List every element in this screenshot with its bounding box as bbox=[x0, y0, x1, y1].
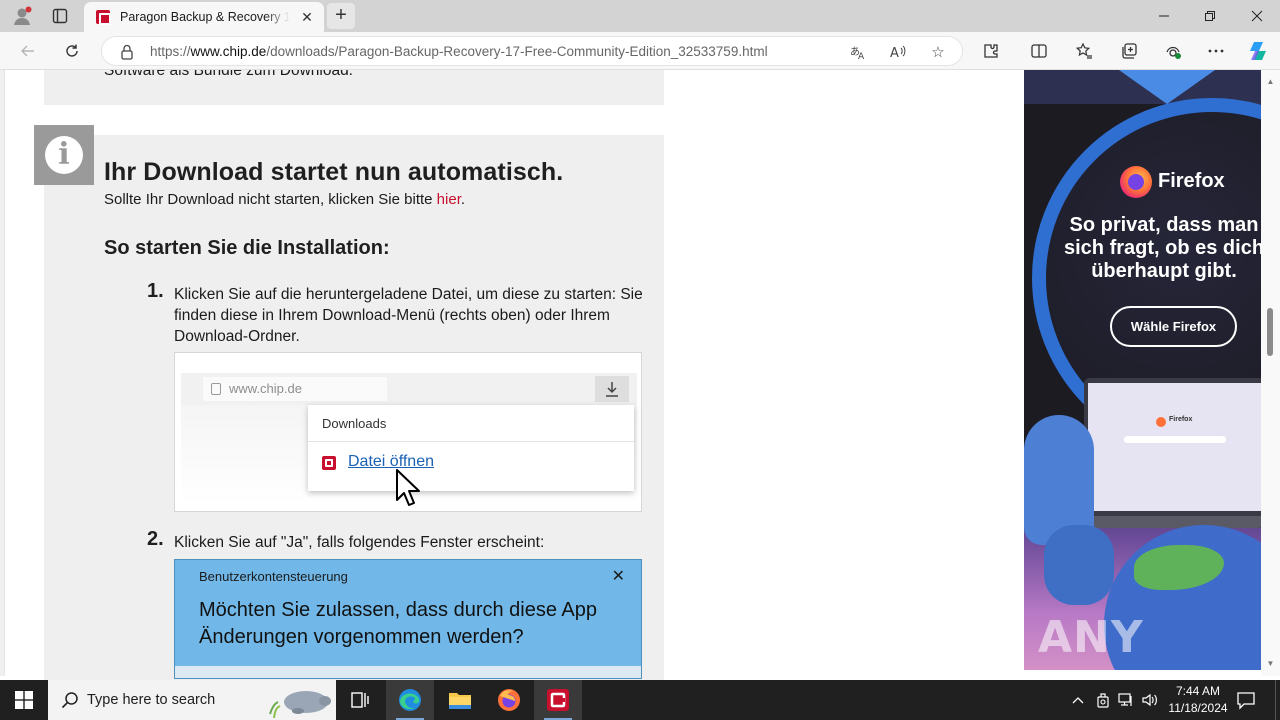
illustration-download-icon bbox=[595, 376, 629, 402]
copilot-icon[interactable] bbox=[1244, 38, 1272, 64]
download-title: Ihr Download startet nun automatisch. bbox=[104, 158, 564, 186]
previous-section-text: Software als Bundle zum Download. bbox=[104, 70, 353, 79]
address-bar-row: https://www.chip.de/downloads/Paragon-Ba… bbox=[0, 32, 1280, 70]
uac-illustration: Benutzerkontensteuerung ✕ Möchten Sie zu… bbox=[174, 559, 642, 679]
favorite-star-icon[interactable]: ☆ bbox=[928, 42, 948, 62]
collections-icon[interactable] bbox=[1115, 38, 1143, 64]
favorites-icon[interactable] bbox=[1070, 38, 1098, 64]
tab-title: Paragon Backup & Recovery 17 F bbox=[120, 10, 290, 24]
search-highlight-manatee-icon bbox=[269, 691, 331, 718]
taskbar-search[interactable]: Type here to search bbox=[48, 680, 336, 720]
web-page-viewport: Software als Bundle zum Download. i Ihr … bbox=[0, 70, 1280, 680]
svg-text:A: A bbox=[858, 52, 865, 61]
lock-icon[interactable] bbox=[120, 44, 134, 60]
new-tab-button[interactable]: + bbox=[327, 3, 355, 29]
taskbar-clock[interactable]: 7:44 AM 11/18/2024 bbox=[1160, 683, 1236, 717]
ad-headline: So privat, dass man sich fragt, ob es di… bbox=[1064, 214, 1261, 282]
search-placeholder: Type here to search bbox=[87, 692, 216, 708]
translate-icon[interactable]: あA bbox=[848, 42, 868, 62]
windows-taskbar: Type here to search 7:44 AM 11/18/2024 bbox=[0, 680, 1280, 720]
minimize-icon[interactable] bbox=[1141, 0, 1187, 32]
ad-cta-button[interactable]: Wähle Firefox bbox=[1110, 306, 1237, 347]
illustration-url-field: www.chip.de bbox=[203, 377, 387, 401]
ad-brand: Firefox bbox=[1158, 170, 1225, 192]
page-left-edge bbox=[0, 70, 5, 676]
uac-close-icon: ✕ bbox=[611, 568, 625, 585]
step-1-number: 1. bbox=[147, 280, 164, 302]
illustration-chip-icon bbox=[322, 456, 336, 470]
notification-icon[interactable] bbox=[1236, 690, 1258, 710]
restore-icon[interactable] bbox=[1187, 0, 1233, 32]
illustration-cursor-icon bbox=[396, 469, 420, 506]
step-2-text: Klicken Sie auf "Ja", falls folgendes Fe… bbox=[174, 534, 545, 551]
illustration-downloads-panel: Downloads Datei öffnen bbox=[308, 405, 634, 491]
firefox-advertisement[interactable]: Firefox So privat, dass man sich fragt, … bbox=[1024, 70, 1261, 670]
install-title: So starten Sie die Installation: bbox=[104, 237, 390, 259]
start-button[interactable] bbox=[0, 680, 48, 720]
scroll-down-icon[interactable]: ▼ bbox=[1265, 658, 1276, 669]
page-scrollbar[interactable]: ▲ ▼ bbox=[1261, 70, 1280, 676]
firefox-taskbar-icon[interactable] bbox=[485, 680, 533, 720]
clock-time: 7:44 AM bbox=[1175, 684, 1221, 698]
volume-icon[interactable] bbox=[1140, 690, 1160, 710]
chip-installer-taskbar-icon[interactable] bbox=[534, 680, 582, 720]
ad-screen-search bbox=[1124, 436, 1226, 443]
show-hidden-icons-icon[interactable] bbox=[1068, 690, 1088, 710]
browser-essentials-icon[interactable] bbox=[1159, 38, 1187, 64]
read-aloud-icon[interactable]: A bbox=[888, 42, 908, 62]
more-menu-icon[interactable] bbox=[1202, 38, 1230, 64]
ad-screen-logo-icon bbox=[1156, 417, 1166, 427]
close-window-icon[interactable] bbox=[1234, 0, 1280, 32]
scroll-thumb[interactable] bbox=[1267, 308, 1273, 356]
svg-text:A: A bbox=[890, 46, 899, 61]
profile-icon[interactable] bbox=[10, 4, 34, 28]
device-tray-icon[interactable] bbox=[1093, 690, 1113, 710]
firefox-logo-icon bbox=[1120, 166, 1152, 198]
chip-favicon-icon bbox=[96, 10, 111, 25]
split-screen-icon[interactable] bbox=[1025, 38, 1053, 64]
previous-section-box: Software als Bundle zum Download. bbox=[44, 70, 664, 105]
tab-actions-icon[interactable] bbox=[48, 4, 72, 28]
url-text[interactable]: https://www.chip.de/downloads/Paragon-Ba… bbox=[150, 44, 768, 59]
illustration-lock-icon bbox=[211, 383, 221, 395]
edge-taskbar-icon[interactable] bbox=[386, 680, 434, 720]
address-bar[interactable]: https://www.chip.de/downloads/Paragon-Ba… bbox=[101, 36, 963, 66]
uac-title: Benutzerkontensteuerung bbox=[199, 569, 348, 584]
task-view-icon[interactable] bbox=[336, 680, 384, 720]
illustration-downloads-title: Downloads bbox=[322, 416, 387, 431]
refresh-icon[interactable] bbox=[58, 38, 86, 64]
back-icon[interactable] bbox=[14, 38, 42, 64]
step-2-number: 2. bbox=[147, 528, 164, 550]
step-1-text: Klicken Sie auf die heruntergeladene Dat… bbox=[174, 286, 643, 345]
download-subtitle: Sollte Ihr Download nicht starten, klick… bbox=[104, 191, 466, 208]
extensions-icon[interactable] bbox=[977, 38, 1005, 64]
uac-question: Möchten Sie zulassen, dass durch diese A… bbox=[199, 599, 598, 648]
tab-paragon[interactable]: Paragon Backup & Recovery 17 F ✕ bbox=[84, 2, 324, 32]
show-desktop-button[interactable] bbox=[1275, 680, 1280, 720]
ad-laptop-screen bbox=[1088, 383, 1261, 511]
ad-screen-name: Firefox bbox=[1169, 416, 1193, 423]
clock-date: 11/18/2024 bbox=[1168, 701, 1228, 715]
download-here-link[interactable]: hier bbox=[437, 191, 461, 208]
file-explorer-icon[interactable] bbox=[436, 680, 484, 720]
scroll-up-icon[interactable]: ▲ bbox=[1265, 76, 1276, 87]
anyrun-watermark: ANY RUN bbox=[1038, 612, 1146, 670]
info-icon: i bbox=[34, 125, 94, 185]
illustration-toolbar: www.chip.de bbox=[181, 373, 637, 405]
browser-title-bar: Paragon Backup & Recovery 17 F ✕ + bbox=[0, 0, 1280, 32]
windows-logo-icon bbox=[15, 691, 33, 709]
network-icon[interactable] bbox=[1116, 690, 1136, 710]
tab-close-icon[interactable]: ✕ bbox=[298, 8, 316, 26]
search-icon bbox=[61, 692, 78, 709]
